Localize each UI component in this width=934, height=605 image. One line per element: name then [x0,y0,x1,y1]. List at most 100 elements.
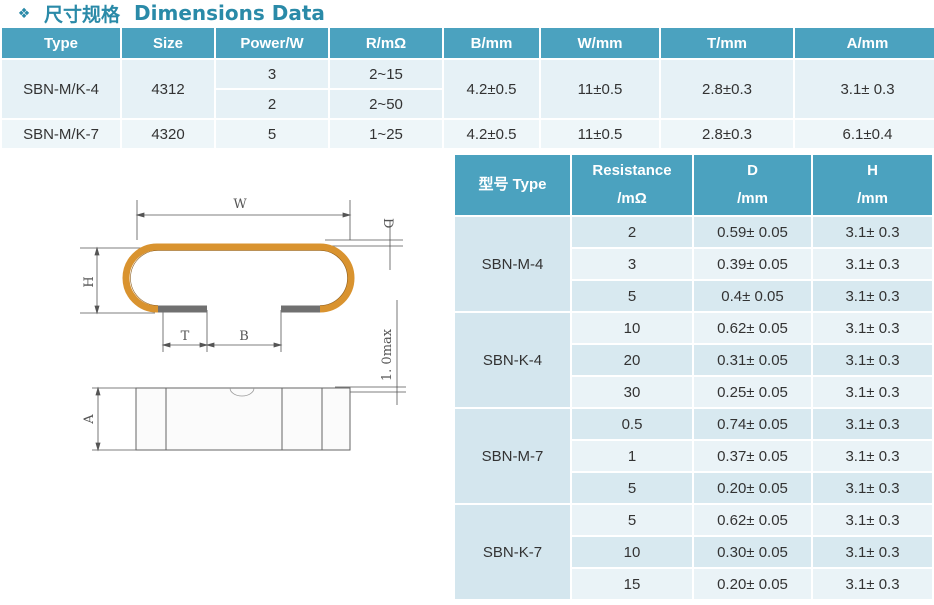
label-d: D [380,218,395,228]
arrow-icon [161,342,171,348]
column-header-d: D/mm [694,155,811,215]
table-row: SBN-K-4 10 0.62± 0.05 3.1± 0.3 [455,313,932,407]
column-header-h: H/mm [813,155,932,215]
cell-resistance: 3 [572,249,692,279]
cell-d: 0.74± 0.05 [694,409,811,439]
arrow-icon [95,386,101,396]
cell-a: 6.1±0.4 [795,120,934,148]
label-w: W [233,197,247,212]
table-row: SBN-K-7 5 0.62± 0.05 3.1± 0.3 [455,505,932,599]
cell-model: SBN-K-7 [455,505,570,599]
column-header-a: A/mm [795,28,934,58]
cell-power: 3 [216,60,328,88]
label-t: T [181,329,190,344]
shunt-body [122,243,355,313]
arrow-icon [342,212,352,218]
cell-model: SBN-K-4 [455,313,570,407]
cell-d: 0.62± 0.05 [694,313,811,343]
cell-a: 3.1± 0.3 [795,60,934,118]
column-header-t: T/mm [661,28,793,58]
cell-h: 3.1± 0.3 [813,441,932,471]
cell-d: 0.25± 0.05 [694,377,811,407]
label-b: B [239,329,249,344]
cell-resistance: 5 [572,473,692,503]
arrow-icon [205,342,215,348]
column-header-w: W/mm [541,28,659,58]
cell-h: 3.1± 0.3 [813,409,932,439]
heading-chinese: 尺寸规格 [44,3,121,26]
section-heading: ❖ 尺寸规格 Dimensions Data [14,1,325,26]
table-header-row: Type Size Power/W R/mΩ B/mm W/mm T/mm A/… [2,28,934,58]
cell-resistance: 2~50 [330,90,442,118]
label-lmax: 1. 0max [380,328,395,381]
table-row: SBN-M/K-4 4312 3 2~15 4.2±0.5 11±0.5 2.8… [2,60,934,118]
cell-size: 4320 [122,120,214,148]
cell-h: 3.1± 0.3 [813,505,932,535]
cell-h: 3.1± 0.3 [813,537,932,567]
label-h: H [82,276,97,287]
side-view-body [135,387,351,451]
cell-size: 4312 [122,60,214,118]
cell-b: 4.2±0.5 [444,120,539,148]
cell-type: SBN-M/K-7 [2,120,120,148]
cell-resistance: 5 [572,281,692,311]
cell-resistance: 10 [572,313,692,343]
arrow-icon [95,442,101,452]
cell-h: 3.1± 0.3 [813,473,932,503]
arrow-icon [94,305,100,315]
cell-d: 0.59± 0.05 [694,217,811,247]
arrow-icon [273,342,283,348]
cell-w: 11±0.5 [541,120,659,148]
cell-resistance: 0.5 [572,409,692,439]
diamond-bullet-icon: ❖ [17,4,31,21]
cell-h: 3.1± 0.3 [813,249,932,279]
table-row: SBN-M-7 0.5 0.74± 0.05 3.1± 0.3 [455,409,932,503]
dimension-drawing: W D H T B 1. 0max A [80,197,406,452]
label-a: A [82,414,97,425]
cell-t: 2.8±0.3 [661,60,793,118]
cell-b: 4.2±0.5 [444,60,539,118]
cell-d: 0.62± 0.05 [694,505,811,535]
heading-english: Dimensions Data [134,1,325,25]
column-header-b: B/mm [444,28,539,58]
cell-d: 0.20± 0.05 [694,473,811,503]
cell-h: 3.1± 0.3 [813,281,932,311]
cell-resistance: 2~15 [330,60,442,88]
cell-d: 0.37± 0.05 [694,441,811,471]
cell-d: 0.4± 0.05 [694,281,811,311]
cell-resistance: 10 [572,537,692,567]
cell-resistance: 15 [572,569,692,599]
table-row: SBN-M/K-7 4320 5 1~25 4.2±0.5 11±0.5 2.8… [2,120,934,148]
resistance-table: 型号 Type Resistance/mΩ D/mm H/mm SBN-M-4 … [453,153,934,601]
cell-w: 11±0.5 [541,60,659,118]
cell-resistance: 5 [572,505,692,535]
cell-d: 0.31± 0.05 [694,345,811,375]
dimensions-table: Type Size Power/W R/mΩ B/mm W/mm T/mm A/… [0,26,934,150]
cell-resistance: 20 [572,345,692,375]
cell-d: 0.39± 0.05 [694,249,811,279]
cell-h: 3.1± 0.3 [813,569,932,599]
cell-type: SBN-M/K-4 [2,60,120,118]
cell-resistance: 1 [572,441,692,471]
cell-h: 3.1± 0.3 [813,217,932,247]
arrow-icon [135,212,145,218]
cell-h: 3.1± 0.3 [813,345,932,375]
cell-power: 5 [216,120,328,148]
cell-model: SBN-M-4 [455,217,570,311]
cell-d: 0.20± 0.05 [694,569,811,599]
column-header-power: Power/W [216,28,328,58]
cell-t: 2.8±0.3 [661,120,793,148]
cell-resistance: 1~25 [330,120,442,148]
cell-resistance: 30 [572,377,692,407]
column-header-resistance: Resistance/mΩ [572,155,692,215]
column-header-type: 型号 Type [455,155,570,215]
arrow-icon [94,246,100,256]
cell-h: 3.1± 0.3 [813,377,932,407]
cell-power: 2 [216,90,328,118]
cell-resistance: 2 [572,217,692,247]
cell-d: 0.30± 0.05 [694,537,811,567]
cell-model: SBN-M-7 [455,409,570,503]
column-header-type: Type [2,28,120,58]
column-header-resistance: R/mΩ [330,28,442,58]
table-row: SBN-M-4 2 0.59± 0.05 3.1± 0.3 [455,217,932,311]
